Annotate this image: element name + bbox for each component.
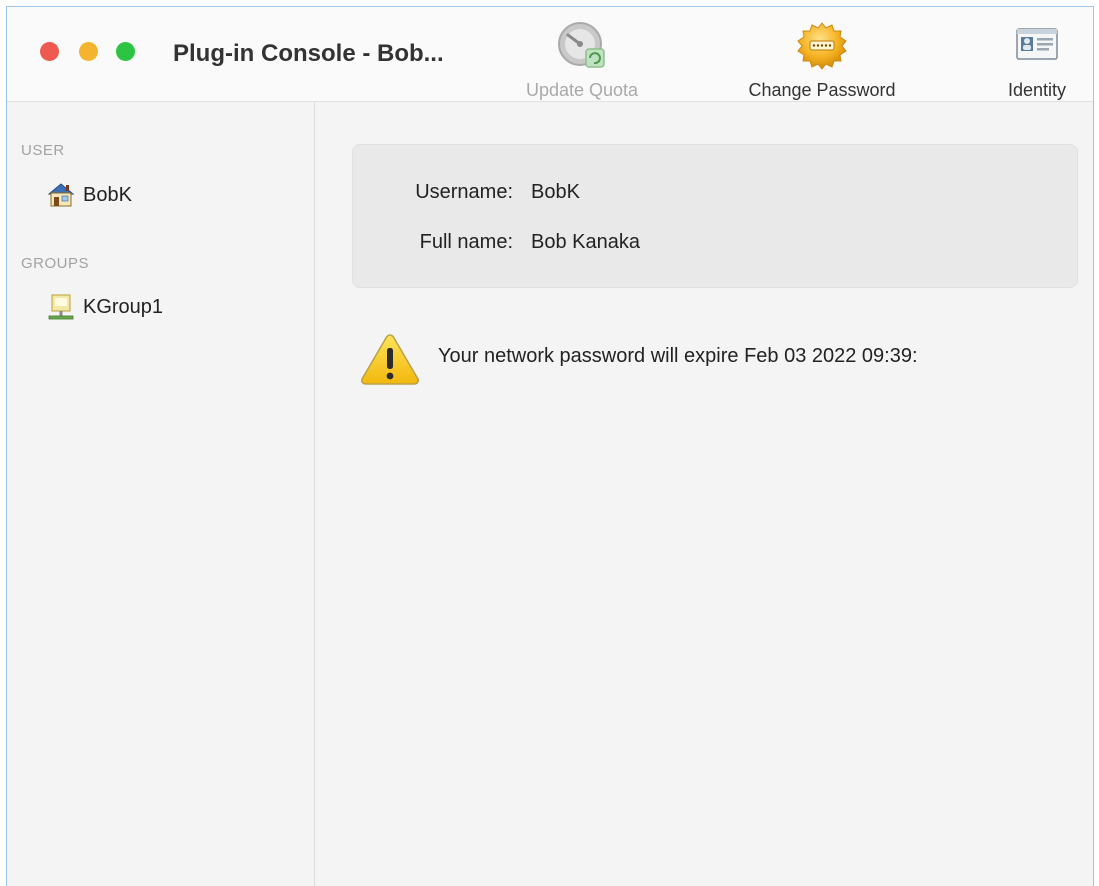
password-seal-icon (794, 19, 850, 80)
title-bar: Plug-in Console - Bob... Update Quota Ch… (7, 7, 1093, 102)
window-title: Plug-in Console - Bob... (173, 40, 444, 67)
fullname-label: Full name: (419, 231, 513, 253)
quota-gauge-icon (556, 19, 608, 76)
main-panel: Username: BobK Full name: Bob Kanaka You… (316, 102, 1093, 886)
warning-triangle-icon (358, 331, 422, 392)
identity-label: Identity (1007, 80, 1067, 100)
group-folder-icon (45, 294, 77, 320)
fullname-row: Full name: Bob Kanaka (353, 231, 1077, 261)
update-quota-button[interactable]: Update Quota (507, 17, 657, 101)
change-password-button[interactable]: Change Password (727, 17, 917, 101)
fullname-value: Bob Kanaka (531, 231, 640, 253)
username-value: BobK (531, 181, 580, 203)
identity-button[interactable]: Identity (982, 17, 1092, 101)
groups-section-header: GROUPS (21, 255, 90, 272)
minimize-window-button[interactable] (79, 42, 98, 61)
sidebar-user-label: BobK (83, 183, 132, 206)
close-window-button[interactable] (40, 42, 59, 61)
sidebar-item-user[interactable]: BobK (45, 180, 132, 210)
username-row: Username: BobK (353, 181, 1077, 211)
warning-message: Your network password will expire Feb 03… (438, 345, 918, 367)
user-section-header: USER (21, 142, 65, 159)
plugin-console-window: Plug-in Console - Bob... Update Quota Ch… (6, 6, 1094, 886)
home-user-icon (45, 182, 77, 208)
username-label: Username: (415, 181, 513, 203)
change-password-label: Change Password (748, 80, 896, 100)
zoom-window-button[interactable] (116, 42, 135, 61)
sidebar-group-label: KGroup1 (83, 295, 164, 318)
update-quota-label: Update Quota (525, 80, 639, 100)
user-details-box: Username: BobK Full name: Bob Kanaka (352, 144, 1078, 288)
sidebar-item-group[interactable]: KGroup1 (45, 292, 163, 322)
sidebar: USER BobK GROUPS KGroup1 (7, 102, 315, 886)
password-expiry-warning: Your network password will expire Feb 03… (358, 327, 1088, 391)
id-card-icon (1013, 19, 1061, 74)
